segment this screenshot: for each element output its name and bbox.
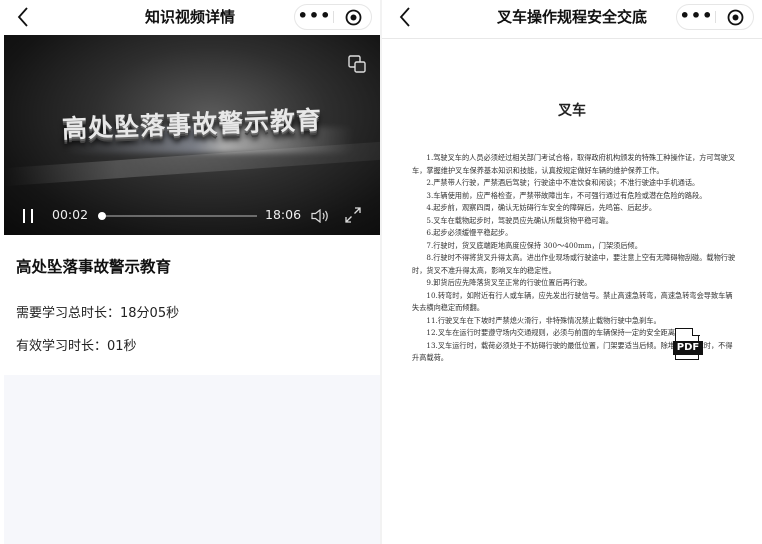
mini-program-capsule: ••• (676, 4, 754, 30)
nav-bar: 知识视频详情 ••• (0, 0, 380, 34)
nav-bar: 叉车操作规程安全交底 ••• (382, 0, 762, 34)
pdf-icon[interactable]: PDF (673, 327, 703, 364)
video-detail-panel: 知识视频详情 ••• 高处坠落事故警示教育 00:02 18:06 高处坠落事故… (0, 0, 380, 544)
target-close-icon (345, 9, 362, 26)
document-paragraph: 2.严禁带人行驶，严禁酒后驾驶；行驶途中不准饮食和闲谈；不准行驶途中手机通话。 (426, 178, 700, 187)
document-paragraph: 3.车辆使用前，应严格检查，严禁带故障出车，不可强行通过有危险或潜在危险的路段。 (426, 190, 707, 200)
document-paragraph: 6.起步必须缓慢平稳起步。 (426, 228, 513, 237)
pdf-label: PDF (673, 341, 703, 355)
current-time: 00:02 (52, 207, 89, 222)
total-time: 18:06 (265, 207, 302, 222)
course-title: 高处坠落事故警示教育 (16, 258, 172, 276)
more-button[interactable]: ••• (295, 5, 334, 29)
document-paragraph: 11.行驶叉车在下坡时严禁熄火滑行，非特殊情况禁止载物行驶中急刹车。 (426, 315, 661, 325)
back-button[interactable] (398, 6, 418, 28)
video-player[interactable]: 高处坠落事故警示教育 00:02 18:06 (4, 35, 380, 235)
back-button[interactable] (16, 6, 36, 28)
document-paragraph: 1.驾驶叉车的人员必须经过相关部门考试合格，取得政府机构颁发的特殊工种操作证，方… (412, 153, 736, 175)
close-mini-program-button[interactable] (716, 5, 755, 29)
document-paragraph: 5.叉车在载物起步时，驾驶员应先确认所载货物平稳可靠。 (426, 215, 613, 225)
content-background (4, 375, 380, 544)
nav-divider (382, 38, 762, 39)
more-button[interactable]: ••• (677, 5, 716, 29)
document-paragraph: 7.行驶时，货叉底端距地高度应保持 300～400mm，门架须后倾。 (426, 240, 642, 250)
picture-in-picture-icon[interactable] (348, 55, 366, 73)
close-mini-program-button[interactable] (334, 5, 373, 29)
target-close-icon (727, 9, 744, 26)
required-study-time: 需要学习总时长：18分05秒 (16, 306, 180, 321)
video-controls: 00:02 18:06 (4, 195, 380, 235)
chevron-left-icon (399, 7, 410, 27)
document-paragraph: 10.转弯时，如附近有行人或车辆，应先发出行驶信号。禁止高速急转弯，高速急转弯会… (412, 290, 733, 313)
document-paragraph: 8.行驶时不得将货叉升得太高。进出作业现场或行驶途中，要注意上空有无障碍物刮碰。… (412, 253, 736, 275)
document-paragraph: 9.卸货后应先降落货叉至正常的行驶位置后再行驶。 (426, 278, 592, 287)
mini-program-capsule: ••• (294, 4, 372, 30)
document-paragraph: 4.起步前，观察四周，确认无妨碍行车安全的障碍后，先鸣笛、后起步。 (426, 203, 657, 212)
fullscreen-icon[interactable] (345, 207, 361, 223)
page-title: 叉车操作规程安全交底 (496, 8, 647, 26)
pause-icon[interactable] (22, 209, 36, 223)
volume-icon[interactable] (311, 208, 329, 224)
effective-study-time: 有效学习时长：01秒 (16, 339, 137, 354)
progress-bar[interactable] (98, 212, 257, 220)
progress-knob[interactable] (98, 212, 107, 220)
document-heading: 叉车 (558, 103, 586, 119)
page-title: 知识视频详情 (144, 8, 235, 26)
document-panel: 叉车操作规程安全交底 ••• 叉车 1.驾驶叉车的人员必须经过相关部门考试合格，… (382, 0, 762, 544)
chevron-left-icon (17, 7, 28, 27)
